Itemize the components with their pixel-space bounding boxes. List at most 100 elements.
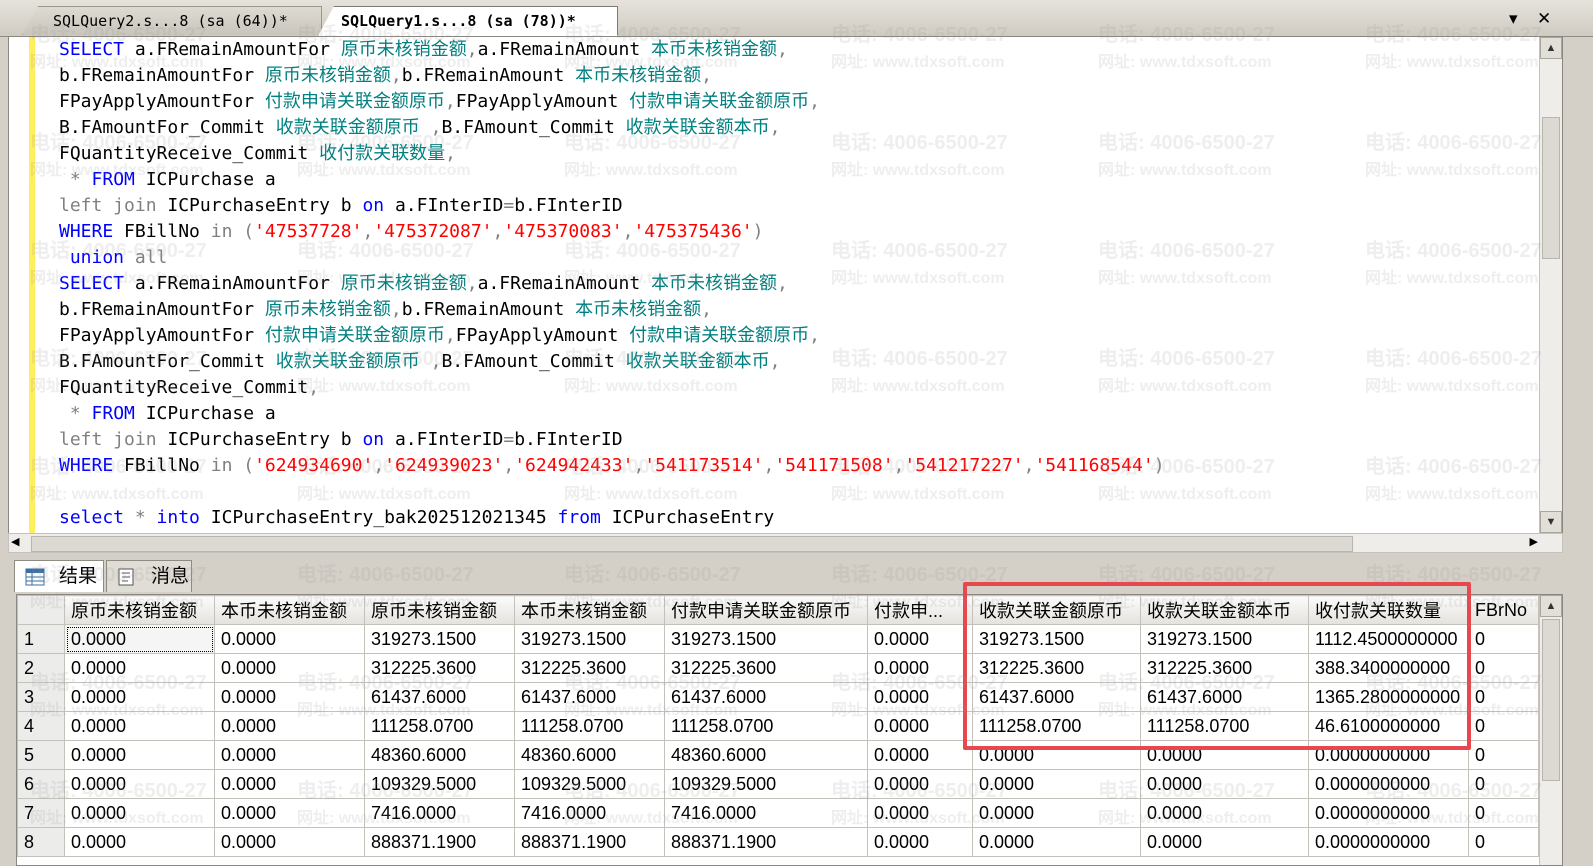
table-cell[interactable]: 109329.5000	[364, 769, 515, 799]
table-cell[interactable]: 0.0000	[214, 769, 365, 799]
table-cell[interactable]: 61437.6000	[664, 682, 868, 712]
table-cell[interactable]: 0.0000	[64, 740, 215, 770]
table-cell[interactable]: 312225.3600	[364, 653, 515, 683]
table-cell[interactable]: 109329.5000	[514, 769, 665, 799]
sql-editor[interactable]: SELECT a.FRemainAmountFor 原币未核销金额,a.FRem…	[8, 36, 1563, 534]
table-cell[interactable]: 0	[1468, 682, 1539, 712]
table-cell[interactable]: 0.0000	[64, 827, 215, 857]
grid-vertical-scrollbar[interactable]: ▲	[1539, 595, 1562, 865]
table-cell[interactable]: 48360.6000	[364, 740, 515, 770]
tab-list-dropdown-icon[interactable]: ▾	[1509, 8, 1518, 30]
table-row[interactable]: 7 0.0000 0.0000 7416.0000 7416.0000 7416.0000…	[17, 798, 1539, 828]
table-cell[interactable]: 0.0000	[867, 653, 973, 683]
table-cell[interactable]: 888371.1900	[664, 827, 868, 857]
grid-scroll-up-icon[interactable]: ▲	[1540, 595, 1562, 617]
row-header[interactable]: 4	[17, 711, 65, 741]
row-header[interactable]: 3	[17, 682, 65, 712]
table-cell[interactable]: 0.0000	[64, 682, 215, 712]
column-header[interactable]: 付款申...	[867, 595, 973, 625]
table-cell[interactable]: 0.0000	[64, 798, 215, 828]
column-header[interactable]: 原币未核销金额	[64, 595, 215, 625]
table-cell[interactable]: 0.0000000000	[1308, 827, 1469, 857]
table-cell[interactable]: 0.0000000000	[1308, 798, 1469, 828]
column-header[interactable]: 原币未核销金额	[364, 595, 515, 625]
table-cell[interactable]: 888371.1900	[514, 827, 665, 857]
table-cell[interactable]: 7416.0000	[514, 798, 665, 828]
row-header[interactable]: 1	[17, 624, 65, 654]
table-cell[interactable]: 0	[1468, 624, 1539, 654]
close-document-icon[interactable]: ✕	[1537, 8, 1551, 30]
scroll-down-icon[interactable]: ▼	[1540, 511, 1562, 533]
table-cell[interactable]: 0	[1468, 798, 1539, 828]
row-header[interactable]: 2	[17, 653, 65, 683]
table-cell[interactable]: 61437.6000	[364, 682, 515, 712]
table-cell[interactable]: 0.0000	[1140, 769, 1309, 799]
table-cell[interactable]: 0.0000	[1140, 827, 1309, 857]
tab-messages[interactable]: 消息	[106, 560, 192, 592]
table-cell[interactable]: 111258.0700	[514, 711, 665, 741]
table-cell[interactable]: 109329.5000	[664, 769, 868, 799]
table-cell[interactable]: 0.0000	[64, 769, 215, 799]
scroll-up-icon[interactable]: ▲	[1540, 37, 1562, 59]
table-cell[interactable]: 7416.0000	[364, 798, 515, 828]
column-header[interactable]: FBrNo	[1468, 595, 1539, 625]
table-cell[interactable]: 0.0000	[867, 798, 973, 828]
table-cell[interactable]: 0.0000	[867, 711, 973, 741]
sql-code[interactable]: SELECT a.FRemainAmountFor 原币未核销金额,a.FRem…	[59, 37, 1532, 531]
tab-results[interactable]: 结果	[14, 560, 104, 592]
grid-scroll-thumb[interactable]	[1542, 619, 1560, 781]
table-cell[interactable]: 0	[1468, 740, 1539, 770]
table-cell[interactable]: 0	[1468, 711, 1539, 741]
table-cell[interactable]: 0.0000	[214, 827, 365, 857]
table-cell[interactable]: 7416.0000	[664, 798, 868, 828]
table-cell[interactable]: 48360.6000	[514, 740, 665, 770]
table-cell[interactable]: 0.0000	[214, 653, 365, 683]
table-cell[interactable]: 0.0000	[972, 827, 1141, 857]
table-cell[interactable]: 0	[1468, 769, 1539, 799]
row-header[interactable]: 8	[17, 827, 65, 857]
table-cell[interactable]: 0.0000	[972, 798, 1141, 828]
grid-corner[interactable]	[17, 595, 65, 625]
table-cell[interactable]: 0.0000	[867, 740, 973, 770]
table-cell[interactable]: 0.0000	[867, 682, 973, 712]
table-cell[interactable]: 0.0000	[1140, 798, 1309, 828]
table-cell[interactable]: 888371.1900	[364, 827, 515, 857]
tab-sqlquery2[interactable]: SQLQuery2.s...8 (sa (64))*	[22, 6, 322, 35]
table-cell[interactable]: 0.0000	[214, 711, 365, 741]
table-cell[interactable]: 0.0000	[64, 624, 215, 654]
table-cell[interactable]: 0.0000	[64, 653, 215, 683]
editor-horizontal-scrollbar[interactable]: ◀ ▶	[8, 533, 1563, 553]
editor-vertical-scrollbar[interactable]: ▲ ▼	[1539, 37, 1562, 533]
table-cell[interactable]: 0.0000000000	[1308, 769, 1469, 799]
editor-scroll-thumb[interactable]	[1542, 117, 1560, 259]
table-row[interactable]: 8 0.0000 0.0000 888371.1900 888371.1900 88837…	[17, 827, 1539, 857]
editor-hscroll-thumb[interactable]	[31, 536, 1353, 552]
table-cell[interactable]: 0.0000	[867, 624, 973, 654]
row-header[interactable]: 7	[17, 798, 65, 828]
table-cell[interactable]: 111258.0700	[664, 711, 868, 741]
table-cell[interactable]: 0.0000	[972, 769, 1141, 799]
table-cell[interactable]: 319273.1500	[664, 624, 868, 654]
row-header[interactable]: 6	[17, 769, 65, 799]
column-header[interactable]: 付款申请关联金额原币	[664, 595, 868, 625]
table-cell[interactable]: 0	[1468, 653, 1539, 683]
table-cell[interactable]: 0.0000	[214, 682, 365, 712]
table-cell[interactable]: 0	[1468, 827, 1539, 857]
table-cell[interactable]: 319273.1500	[514, 624, 665, 654]
table-cell[interactable]: 61437.6000	[514, 682, 665, 712]
table-cell[interactable]: 0.0000	[214, 740, 365, 770]
column-header[interactable]: 本币未核销金额	[514, 595, 665, 625]
column-header[interactable]: 本币未核销金额	[214, 595, 365, 625]
table-cell[interactable]: 319273.1500	[364, 624, 515, 654]
scroll-right-icon[interactable]: ▶	[1530, 535, 1538, 548]
table-cell[interactable]: 111258.0700	[364, 711, 515, 741]
table-cell[interactable]: 0.0000	[64, 711, 215, 741]
table-cell[interactable]: 312225.3600	[664, 653, 868, 683]
table-cell[interactable]: 312225.3600	[514, 653, 665, 683]
table-cell[interactable]: 48360.6000	[664, 740, 868, 770]
table-cell[interactable]: 0.0000	[214, 798, 365, 828]
table-cell[interactable]: 0.0000	[867, 769, 973, 799]
table-cell[interactable]: 0.0000	[867, 827, 973, 857]
scroll-left-icon[interactable]: ◀	[11, 535, 19, 548]
row-header[interactable]: 5	[17, 740, 65, 770]
